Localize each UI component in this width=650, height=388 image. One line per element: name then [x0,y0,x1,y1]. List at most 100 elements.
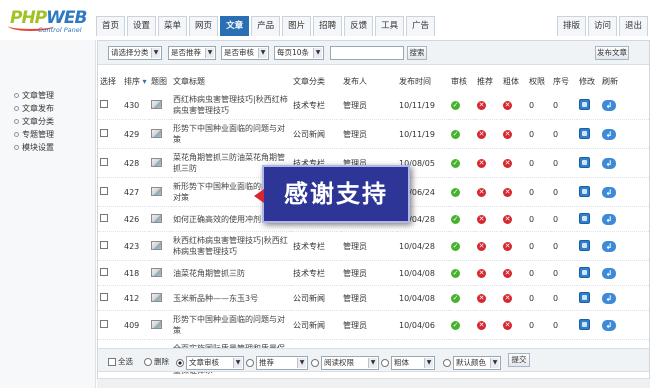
edit-icon[interactable] [579,318,590,330]
refresh-arrow-icon[interactable]: ↲ [602,292,616,304]
sidebar-item-2[interactable]: 文章分类 [14,116,54,127]
refresh-arrow-icon[interactable]: ↲ [602,267,616,279]
image-icon[interactable] [151,157,162,167]
cross-icon[interactable]: ✕ [477,294,486,303]
check-icon[interactable]: ✓ [451,215,460,224]
search-input[interactable] [330,46,404,60]
row-checkbox[interactable] [100,129,108,137]
check-icon[interactable]: ✓ [451,242,460,251]
recommend-select[interactable]: 是否推荐 ▼ [168,46,216,60]
check-icon[interactable]: ✓ [451,101,460,110]
audit-select[interactable]: 是否审核 ▼ [221,46,269,60]
tab-10[interactable]: 广告 [406,16,436,36]
edit-icon[interactable] [579,239,590,251]
cross-icon[interactable]: ✕ [477,188,486,197]
search-button[interactable]: 搜索 [407,46,427,60]
publish-article-button[interactable]: 发布文章 [595,46,629,60]
per-page-select[interactable]: 每页10条 ▼ [274,46,324,60]
right-tab-2[interactable]: 退出 [618,16,648,36]
audit-batch-select[interactable]: 文章审核 ▼ [186,356,244,370]
check-icon[interactable]: ✓ [451,294,460,303]
cross-icon[interactable]: ✕ [503,269,512,278]
cross-icon[interactable]: ✕ [477,101,486,110]
cross-icon[interactable]: ✕ [503,215,512,224]
edit-icon[interactable] [579,156,590,168]
horizontal-scrollbar[interactable] [97,378,650,388]
cross-icon[interactable]: ✕ [503,242,512,251]
cross-icon[interactable]: ✕ [477,159,486,168]
title-cell[interactable]: 油菜花角期管抓三防 [171,260,291,286]
tab-7[interactable]: 招聘 [313,16,343,36]
row-checkbox[interactable] [100,293,108,301]
sort-arrow-icon[interactable]: ▾ [140,77,147,86]
cross-icon[interactable]: ✕ [503,294,512,303]
edit-icon[interactable] [579,291,590,303]
permission-option[interactable]: 阅读权限 ▼ [311,356,379,370]
edit-icon[interactable] [579,266,590,278]
check-icon[interactable]: ✓ [451,159,460,168]
bold-option[interactable]: 粗体 ▼ [381,356,435,370]
cross-icon[interactable]: ✕ [503,188,512,197]
select-all-checkbox[interactable] [108,357,116,366]
tab-6[interactable]: 图片 [282,16,312,36]
image-icon[interactable] [151,267,162,277]
category-select[interactable]: 请选择分类 ▼ [108,46,162,60]
tab-2[interactable]: 菜单 [158,16,188,36]
image-icon[interactable] [151,319,162,329]
sidebar-item-4[interactable]: 模块设置 [14,142,54,153]
audit-option[interactable]: 文章审核 ▼ [176,356,244,370]
audit-radio[interactable] [176,359,184,367]
bold-radio[interactable] [381,359,389,367]
select-all[interactable]: 全选 [108,356,133,367]
image-icon[interactable] [151,186,162,196]
color-radio[interactable] [443,359,451,367]
submit-button[interactable]: 提交 [508,353,530,367]
image-icon[interactable] [151,99,162,109]
cross-icon[interactable]: ✕ [477,130,486,139]
sidebar-item-3[interactable]: 专题管理 [14,129,54,140]
check-icon[interactable]: ✓ [451,188,460,197]
cross-icon[interactable]: ✕ [477,215,486,224]
image-icon[interactable] [151,292,162,302]
title-cell[interactable]: 秋西红柿病虫害管理技巧|秋西红柿病虫害管理技巧 [171,231,291,261]
refresh-arrow-icon[interactable]: ↲ [602,157,616,169]
check-icon[interactable]: ✓ [451,269,460,278]
delete-radio[interactable] [144,357,152,366]
color-batch-select[interactable]: 默认颜色 ▼ [453,356,501,370]
edit-icon[interactable] [579,212,590,224]
cross-icon[interactable]: ✕ [503,159,512,168]
title-cell[interactable]: 西红柿病虫害管理技巧|秋西红柿病虫害管理技巧 [171,91,291,120]
title-cell[interactable]: 形势下中国种业面临的问题与对策 [171,119,291,149]
title-cell[interactable]: 玉米新品种——东玉3号 [171,285,291,311]
recommend-option[interactable]: 推荐 ▼ [246,356,308,370]
row-checkbox[interactable] [100,158,108,166]
recommend-radio[interactable] [246,359,254,367]
cross-icon[interactable]: ✕ [477,242,486,251]
refresh-arrow-icon[interactable]: ↲ [602,213,616,225]
tab-3[interactable]: 网页 [189,16,219,36]
row-checkbox[interactable] [100,100,108,108]
row-checkbox[interactable] [100,187,108,195]
cross-icon[interactable]: ✕ [477,321,486,330]
tab-4[interactable]: 文章 [220,16,250,36]
image-icon[interactable] [151,128,162,138]
edit-icon[interactable] [579,127,590,139]
tab-1[interactable]: 设置 [127,16,157,36]
sidebar-item-0[interactable]: 文章管理 [14,90,54,101]
brand-logo[interactable]: PHPWEB Control Panel [8,8,90,36]
right-tab-1[interactable]: 访问 [587,16,617,36]
cross-icon[interactable]: ✕ [477,269,486,278]
cross-icon[interactable]: ✕ [503,321,512,330]
right-tab-0[interactable]: 排版 [556,16,586,36]
refresh-arrow-icon[interactable]: ↲ [602,128,616,140]
tab-9[interactable]: 工具 [375,16,405,36]
tab-8[interactable]: 反馈 [344,16,374,36]
permission-radio[interactable] [311,359,319,367]
row-checkbox[interactable] [100,214,108,222]
cross-icon[interactable]: ✕ [503,130,512,139]
sidebar-item-1[interactable]: 文章发布 [14,103,54,114]
permission-batch-select[interactable]: 阅读权限 ▼ [321,356,379,370]
row-checkbox[interactable] [100,268,108,276]
check-icon[interactable]: ✓ [451,130,460,139]
delete-option[interactable]: 删除 [144,356,169,367]
